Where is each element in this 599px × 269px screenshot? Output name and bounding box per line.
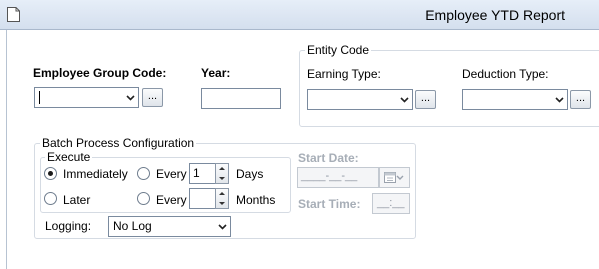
- employee-group-code-label: Employee Group Code:: [33, 66, 167, 80]
- document-icon: [7, 7, 20, 22]
- months-label: Months: [236, 193, 276, 207]
- chevron-down-icon: [126, 95, 135, 101]
- title-bar: Employee YTD Report: [0, 0, 599, 30]
- spin-down-icon[interactable]: [216, 199, 228, 208]
- logging-combo[interactable]: No Log: [108, 216, 231, 237]
- batch-process-group-title: Batch Process Configuration: [40, 136, 197, 150]
- year-input[interactable]: [201, 88, 281, 109]
- every-months-input[interactable]: [189, 188, 216, 209]
- employee-group-code-combo[interactable]: [34, 87, 139, 108]
- immediately-radio[interactable]: [44, 167, 57, 180]
- immediately-label: Immediately: [63, 167, 128, 181]
- every-months-radio[interactable]: [137, 192, 150, 205]
- later-label: Later: [63, 193, 91, 207]
- chevron-down-icon: [555, 97, 564, 103]
- window-title: Employee YTD Report: [425, 7, 565, 23]
- deduction-type-browse-button[interactable]: ...: [570, 90, 591, 109]
- earning-type-combo[interactable]: [307, 89, 413, 110]
- every-days-spinner[interactable]: [215, 163, 229, 184]
- year-label: Year:: [201, 66, 231, 80]
- chevron-down-icon: [400, 97, 409, 103]
- calendar-icon: [384, 172, 404, 183]
- start-date-picker-button: [379, 167, 410, 188]
- deduction-type-combo[interactable]: [462, 89, 568, 110]
- text-caret: [39, 91, 40, 104]
- every-months-label: Every: [156, 193, 187, 207]
- radio-selected-dot: [48, 171, 53, 176]
- every-months-spinner[interactable]: [215, 188, 229, 209]
- spin-up-icon[interactable]: [216, 164, 228, 173]
- start-date-label: Start Date:: [298, 151, 359, 165]
- execute-group-title: Execute: [45, 150, 93, 164]
- days-label: Days: [236, 167, 264, 181]
- spin-down-icon[interactable]: [216, 174, 228, 183]
- spin-up-icon[interactable]: [216, 189, 228, 198]
- start-time-label: Start Time:: [298, 197, 361, 211]
- every-days-radio[interactable]: [137, 167, 150, 180]
- chevron-down-icon: [218, 224, 227, 230]
- start-time-input: __:__: [372, 193, 410, 214]
- logging-value: No Log: [113, 219, 152, 233]
- logging-label: Logging:: [45, 219, 92, 233]
- every-days-label: Every: [156, 167, 187, 181]
- start-date-input: ____-__-__: [297, 167, 379, 188]
- earning-type-label: Earning Type:: [307, 67, 381, 81]
- deduction-type-label: Deduction Type:: [462, 67, 549, 81]
- every-days-input[interactable]: 1: [189, 163, 216, 184]
- later-radio[interactable]: [44, 192, 57, 205]
- employee-group-browse-button[interactable]: ...: [142, 88, 163, 107]
- earning-type-browse-button[interactable]: ...: [415, 90, 436, 109]
- entity-code-group-title: Entity Code: [305, 43, 372, 57]
- report-form: Employee Group Code: ... Year: Entity Co…: [6, 30, 599, 269]
